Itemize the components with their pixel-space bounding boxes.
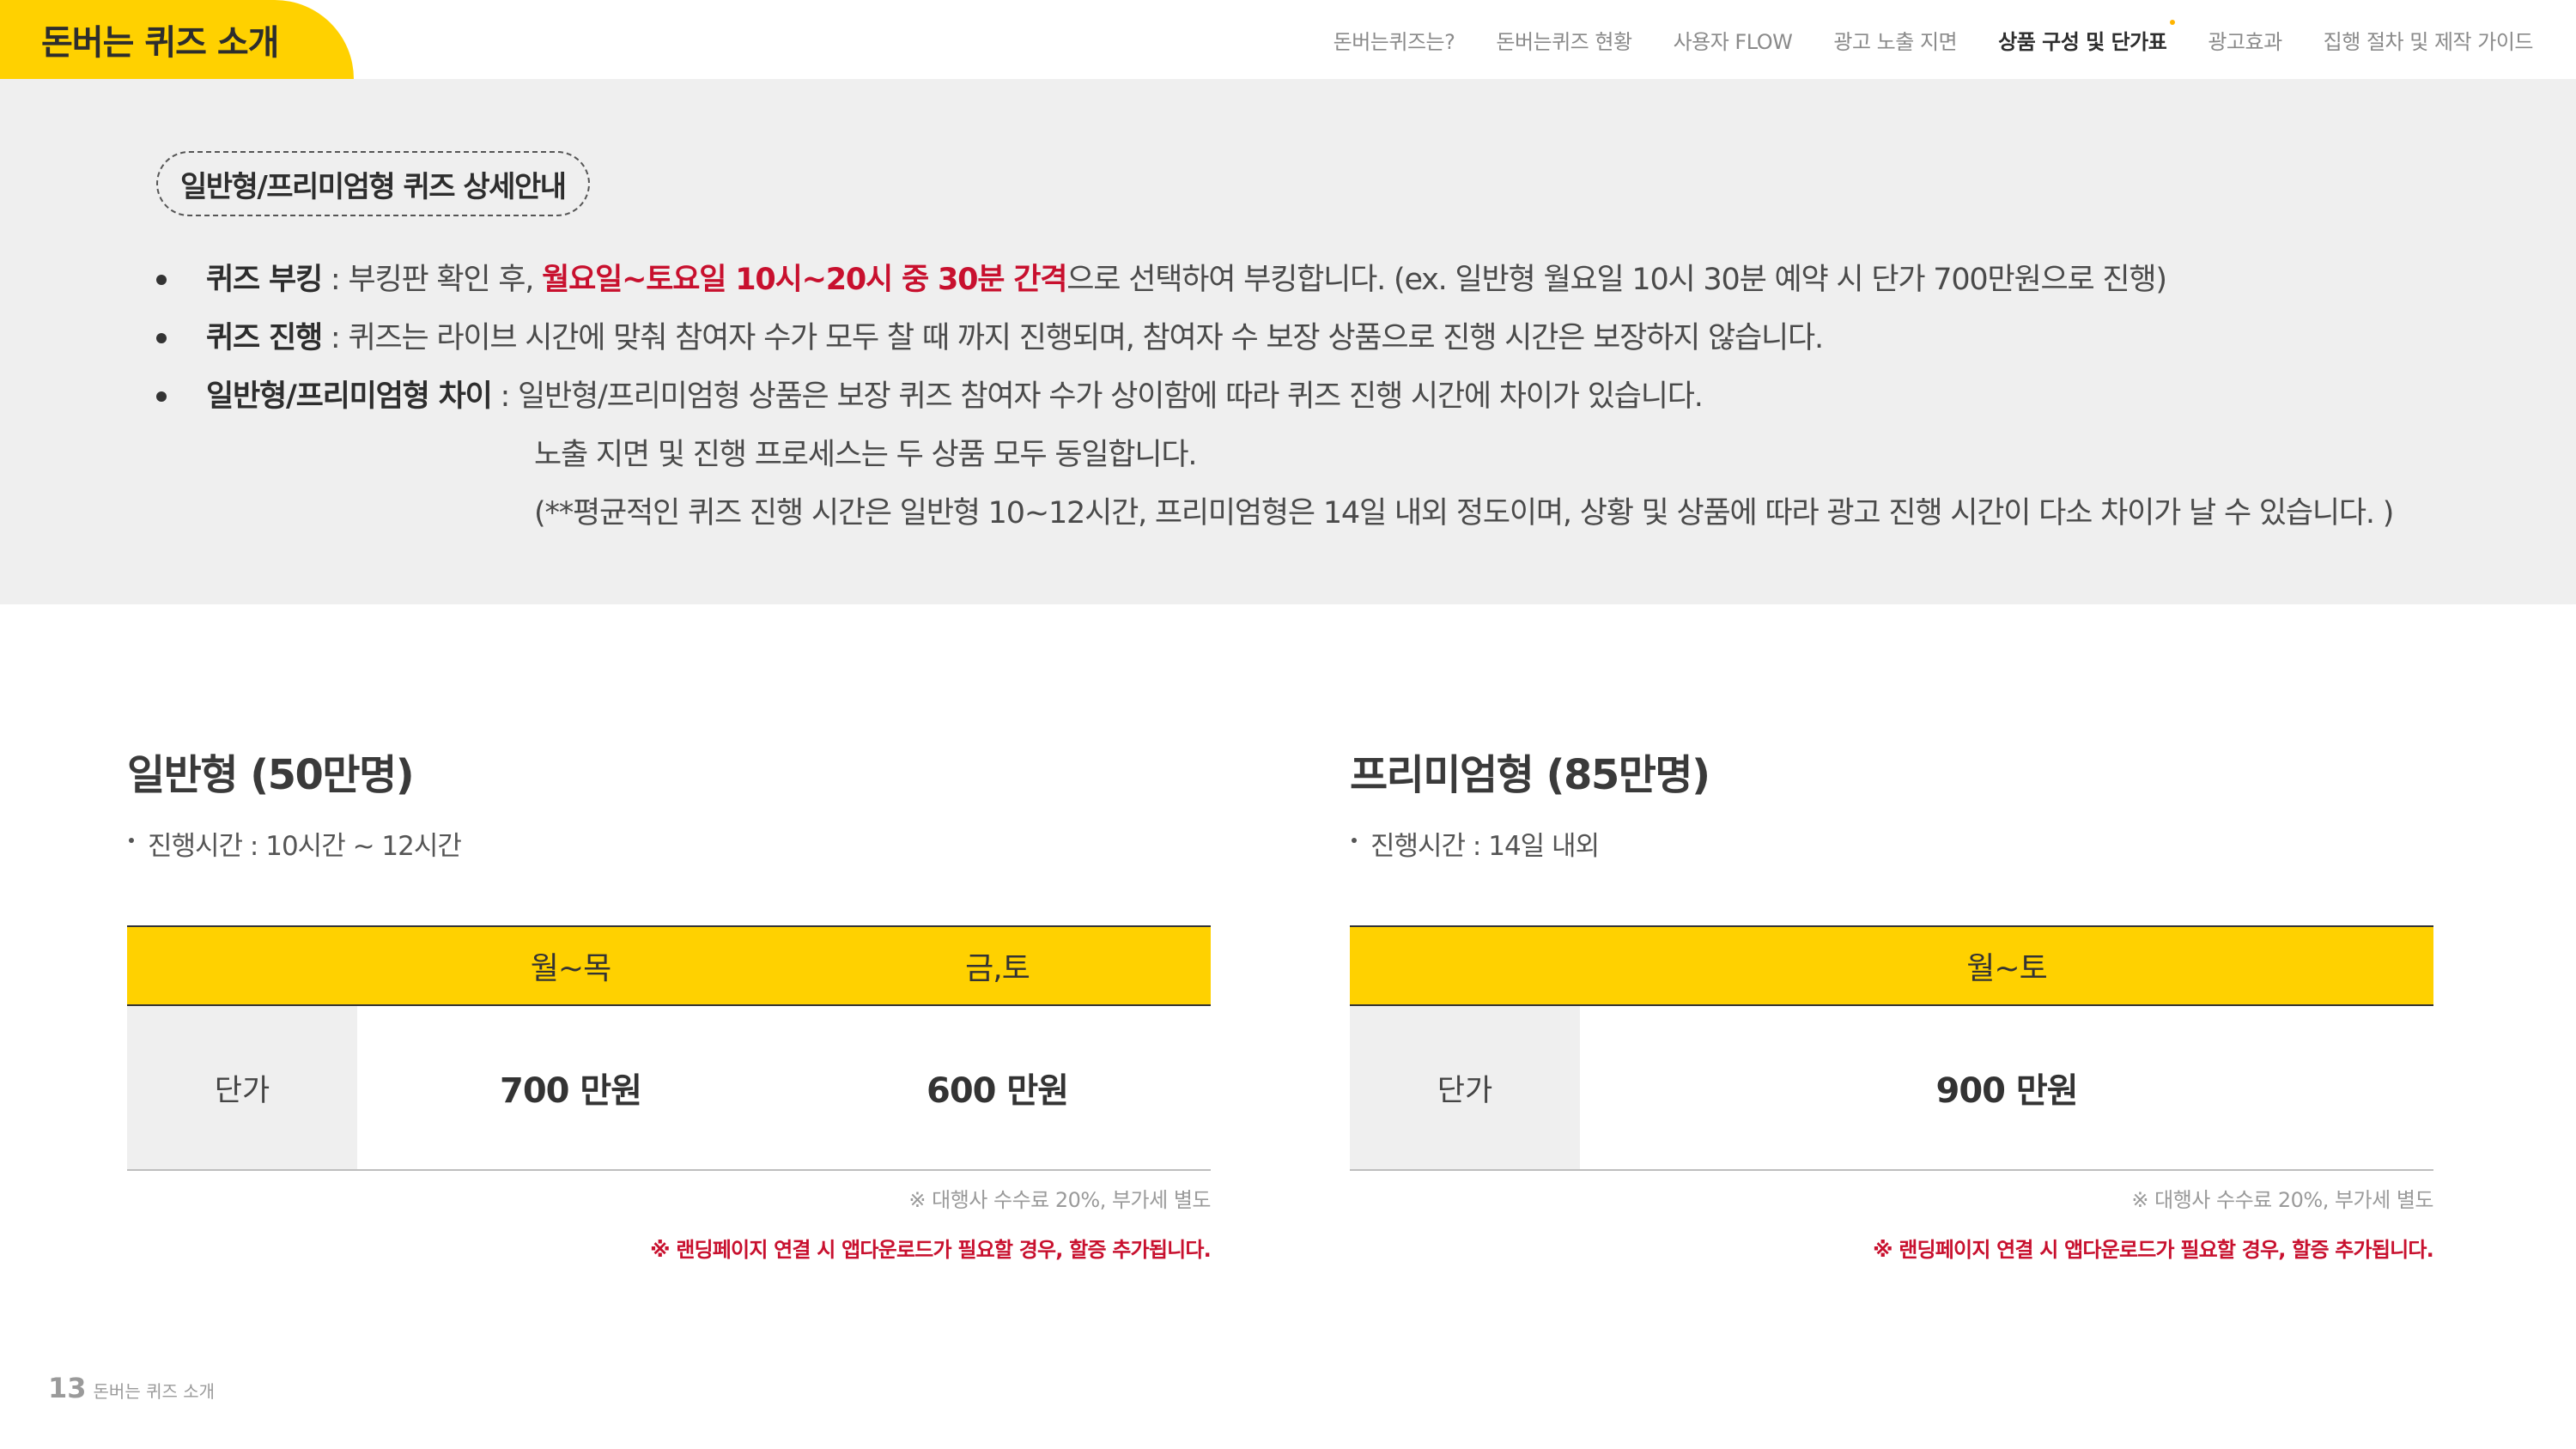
difference-line-2: 노출 지면 및 진행 프로세스는 두 상품 모두 동일합니다. xyxy=(534,438,1198,472)
progress-text: : 퀴즈는 라이브 시간에 맞춰 참여자 수가 모두 찰 때 까지 진행되며, … xyxy=(322,321,1824,355)
header-empty-cell xyxy=(1350,927,1580,1004)
booking-highlight: 월요일~토요일 10시~20시 중 30분 간격 xyxy=(542,263,1067,297)
nav-item-ad-placement[interactable]: 광고 노출 지면 xyxy=(1833,25,1957,55)
booking-label: 퀴즈 부킹 xyxy=(206,263,323,297)
basic-landing-note: ※ 랜딩페이지 연결 시 앱다운로드가 필요할 경우, 할증 추가됩니다. xyxy=(650,1238,1212,1262)
nav-item-user-flow[interactable]: 사용자 FLOW xyxy=(1674,25,1793,55)
price-fri-sat: 600 만원 xyxy=(926,1071,1069,1111)
bullet-difference: 일반형/프리미엄형 차이 : 일반형/프리미엄형 상품은 보장 퀴즈 참여자 수… xyxy=(155,367,2524,426)
booking-pre: : 부킹판 확인 후, xyxy=(322,263,543,297)
section-tab[interactable]: 돈버는 퀴즈 소개 xyxy=(0,0,354,79)
row-label-price: 단가 xyxy=(1350,1006,1580,1169)
bullet-booking: 퀴즈 부킹 : 부킹판 확인 후, 월요일~토요일 10시~20시 중 30분 … xyxy=(155,251,2524,309)
table-row: 단가 700 만원 600 만원 xyxy=(127,1006,1211,1169)
page-footer: 13 돈버는 퀴즈 소개 xyxy=(48,1372,215,1404)
header-empty-cell xyxy=(127,927,357,1004)
difference-text: : 일반형/프리미엄형 상품은 보장 퀴즈 참여자 수가 상이함에 따라 퀴즈 … xyxy=(491,379,1704,414)
premium-plan-block: 프리미엄형 (85만명) 진행시간 : 14일 내외 월~토 단가 900 만원… xyxy=(1350,745,2434,1262)
header-mon-sat: 월~토 xyxy=(1966,951,2047,986)
table-row: 단가 900 만원 xyxy=(1350,1006,2433,1169)
page-number: 13 xyxy=(48,1372,87,1404)
difference-line-3: (**평균적인 퀴즈 진행 시간은 일반형 10~12시간, 프리미엄형은 14… xyxy=(534,496,2394,530)
premium-plan-title: 프리미엄형 (85만명) xyxy=(1350,751,1710,799)
premium-plan-duration: 진행시간 : 14일 내외 xyxy=(1350,824,2433,863)
section-title: 돈버는 퀴즈 소개 xyxy=(41,23,279,63)
nav-item-pricing[interactable]: 상품 구성 및 단가표 xyxy=(1998,19,2176,55)
header-fri-sat: 금,토 xyxy=(965,951,1030,986)
nav-item-ad-effect[interactable]: 광고효과 xyxy=(2208,25,2282,55)
detail-pill-label: 일반형/프리미엄형 퀴즈 상세안내 xyxy=(156,151,590,216)
basic-fee-note: ※ 대행사 수수료 20%, 부가세 별도 xyxy=(908,1188,1211,1212)
difference-label: 일반형/프리미엄형 차이 xyxy=(206,379,493,414)
quiz-detail-section: 일반형/프리미엄형 퀴즈 상세안내 퀴즈 부킹 : 부킹판 확인 후, 월요일~… xyxy=(0,79,2576,604)
premium-landing-note: ※ 랜딩페이지 연결 시 앱다운로드가 필요할 경우, 할증 추가됩니다. xyxy=(1873,1238,2434,1262)
top-nav: 돈버는퀴즈는? 돈버는퀴즈 현황 사용자 FLOW 광고 노출 지면 상품 구성… xyxy=(1292,0,2534,79)
nav-item-status[interactable]: 돈버는퀴즈 현황 xyxy=(1496,25,1632,55)
detail-bullet-list: 퀴즈 부킹 : 부킹판 확인 후, 월요일~토요일 10시~20시 중 30분 … xyxy=(155,251,2524,543)
basic-price-table: 월~목 금,토 단가 700 만원 600 만원 xyxy=(127,925,1211,1171)
premium-price-table: 월~토 단가 900 만원 xyxy=(1350,925,2433,1171)
premium-fee-note: ※ 대행사 수수료 20%, 부가세 별도 xyxy=(2131,1188,2433,1212)
nav-item-intro[interactable]: 돈버는퀴즈는? xyxy=(1334,25,1455,55)
header-mon-thu: 월~목 xyxy=(530,951,611,986)
basic-plan-block: 일반형 (50만명) 진행시간 : 10시간 ~ 12시간 월~목 금,토 단가… xyxy=(127,745,1212,1262)
footer-text: 돈버는 퀴즈 소개 xyxy=(93,1381,216,1402)
basic-plan-duration: 진행시간 : 10시간 ~ 12시간 xyxy=(127,824,1211,863)
booking-post: 으로 선택하여 부킹합니다. (ex. 일반형 월요일 10시 30분 예약 시… xyxy=(1066,263,2167,297)
basic-plan-title: 일반형 (50만명) xyxy=(127,751,415,799)
table-header-row: 월~목 금,토 xyxy=(127,927,1211,1006)
table-header-row: 월~토 xyxy=(1350,927,2433,1006)
price-mon-thu: 700 만원 xyxy=(499,1071,642,1111)
price-mon-sat: 900 만원 xyxy=(1935,1071,2078,1111)
bullet-progress: 퀴즈 진행 : 퀴즈는 라이브 시간에 맞춰 참여자 수가 모두 찰 때 까지 … xyxy=(155,309,2524,367)
row-label-price: 단가 xyxy=(127,1006,357,1169)
progress-label: 퀴즈 진행 xyxy=(206,321,323,355)
top-header: 돈버는 퀴즈 소개 돈버는퀴즈는? 돈버는퀴즈 현황 사용자 FLOW 광고 노… xyxy=(0,0,2576,79)
nav-item-guide[interactable]: 집행 절차 및 제작 가이드 xyxy=(2324,25,2534,55)
